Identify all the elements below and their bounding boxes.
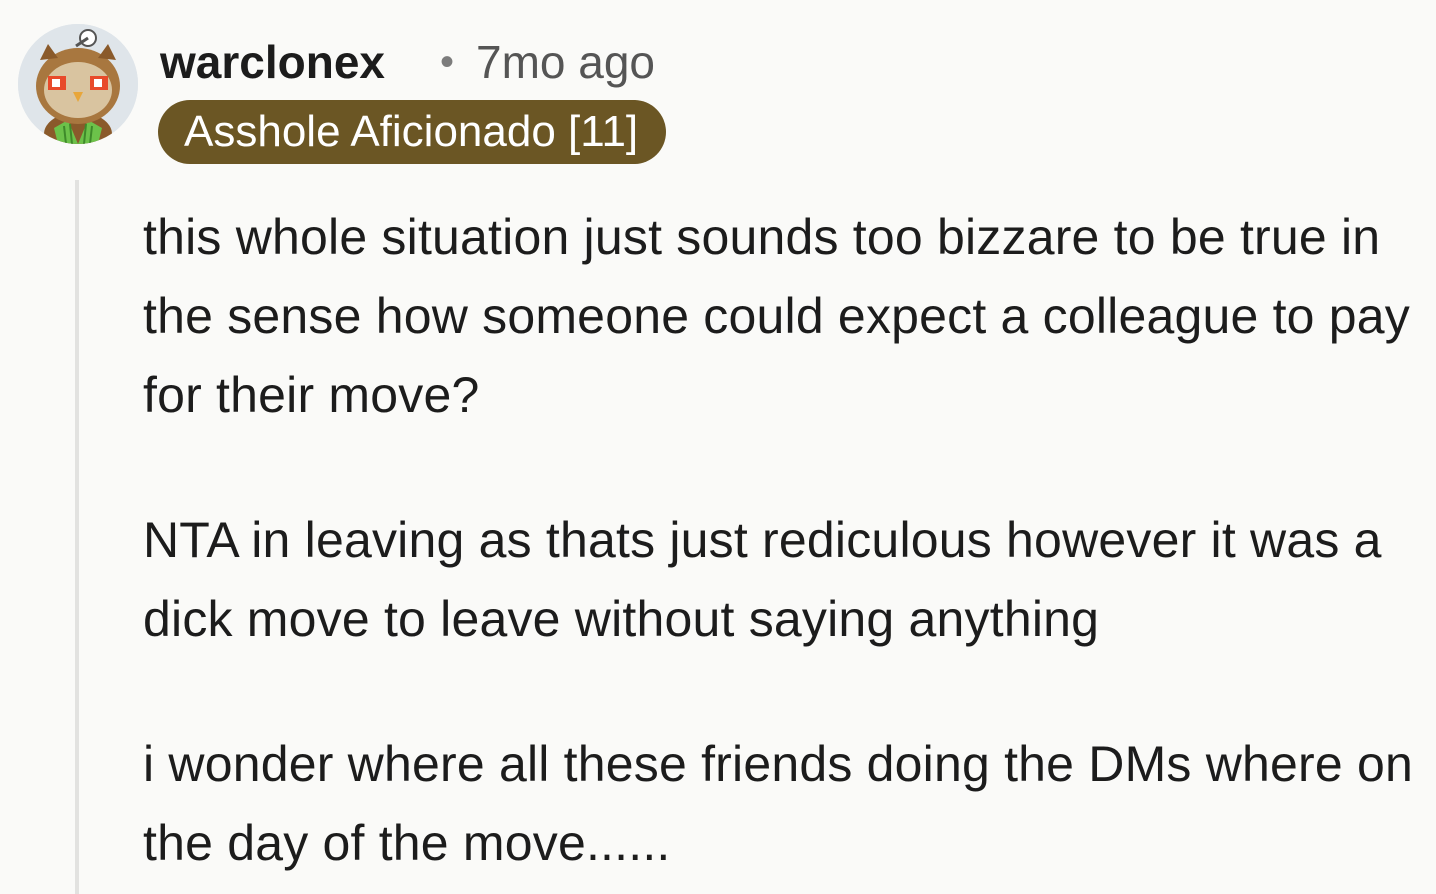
comment-body: this whole situation just sounds too biz…	[143, 198, 1423, 883]
comment-paragraph: NTA in leaving as thats just rediculous …	[143, 512, 1382, 647]
comment: warclonex • 7mo ago Asshole Aficionado […	[0, 0, 1436, 894]
comment-timestamp[interactable]: 7mo ago	[476, 34, 655, 90]
user-flair-badge: Asshole Aficionado [11]	[158, 100, 667, 164]
comment-paragraph: this whole situation just sounds too biz…	[143, 209, 1410, 423]
author-username[interactable]: warclonex	[160, 34, 385, 90]
meta-separator: •	[440, 40, 455, 84]
comment-paragraph: i wonder where all these friends doing t…	[143, 736, 1414, 871]
user-avatar[interactable]	[18, 24, 138, 144]
thread-line[interactable]	[75, 180, 79, 894]
owl-avatar-icon	[18, 24, 138, 144]
